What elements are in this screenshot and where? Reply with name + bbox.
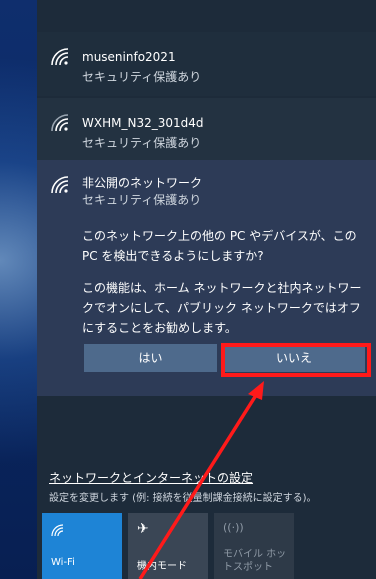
hotspot-icon: ((·)) [223,521,244,534]
network-name: museninfo2021 [82,50,176,64]
yes-button[interactable]: はい [84,344,217,372]
network-settings-link[interactable]: ネットワークとインターネットの設定 [49,469,253,486]
mobile-hotspot-tile[interactable]: ((·)) モバイル ホットスポット [214,513,294,579]
network-status: セキュリティ保護あり [82,193,202,207]
network-name: 非公開のネットワーク [82,176,203,190]
network-name: WXHM_N32_301d4d [82,116,204,130]
airplane-icon: ✈ [137,521,149,537]
tile-label: 機内モード [137,561,187,572]
highlight-box [221,343,371,377]
network-flyout: museninfo2021 セキュリティ保護あり WXHM_N32_301d4d… [37,0,376,579]
tile-label: モバイル ホットスポット [223,549,287,573]
discovery-question: このネットワーク上の他の PC やデバイスが、この PC を検出できるようにしま… [82,229,357,263]
network-item-wxhm[interactable]: WXHM_N32_301d4d セキュリティ保護あり [37,98,376,162]
wifi-icon [51,48,69,66]
network-item-museninfo2021[interactable]: museninfo2021 セキュリティ保護あり [37,32,376,96]
airplane-mode-tile[interactable]: ✈ 機内モード [128,513,208,579]
network-status: セキュリティ保護あり [82,70,202,84]
wifi-icon [51,114,69,132]
discovery-info: この機能は、ホーム ネットワークと社内ネットワークでオンにして、パブリック ネッ… [82,281,362,335]
wifi-tile[interactable]: Wi-Fi [42,513,122,579]
network-status: セキュリティ保護あり [82,136,202,150]
wifi-icon [51,176,69,194]
wifi-icon [51,524,64,537]
tile-label: Wi-Fi [51,557,75,568]
network-settings-description: 設定を変更します (例: 接続を従量制課金接続に設定する)。 [49,493,317,504]
